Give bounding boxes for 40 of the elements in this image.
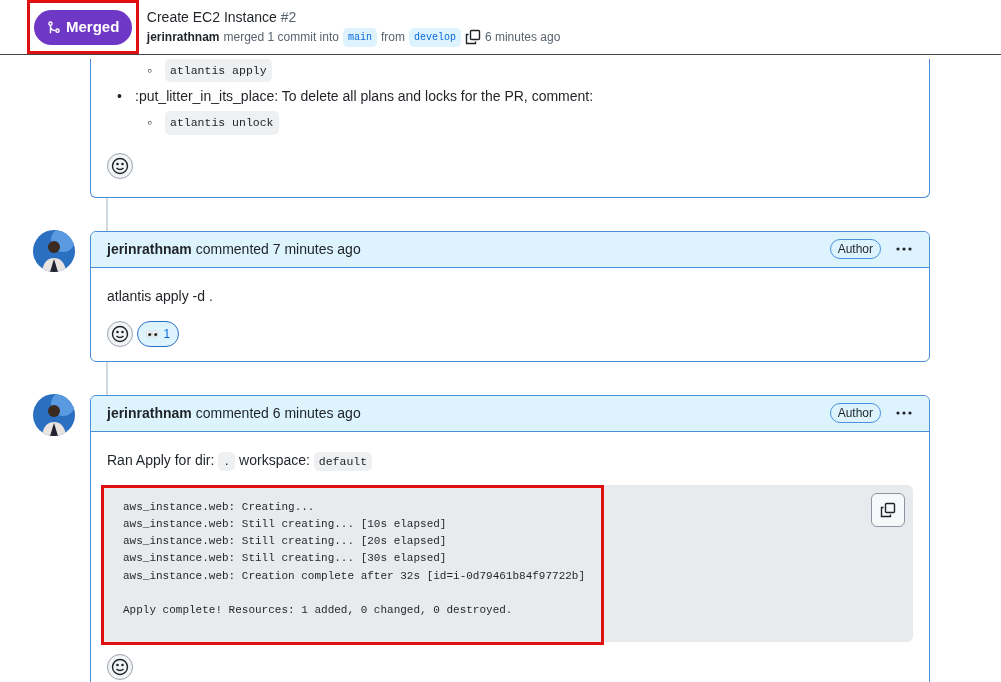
comment-action: commented — [195, 404, 269, 421]
smiley-icon — [111, 156, 129, 175]
smiley-icon — [111, 324, 129, 343]
comment-text: Ran Apply for dir: . workspace: default — [107, 449, 913, 471]
pr-number: #2 — [280, 8, 297, 25]
copy-icon — [880, 501, 896, 518]
inline-code: atlantis unlock — [165, 111, 279, 135]
pr-title: Create EC2 Instance — [146, 8, 277, 25]
merge-icon — [47, 20, 61, 35]
timestamp: 6 minutes ago — [484, 29, 561, 46]
eyes-icon — [145, 329, 158, 338]
comment-text: atlantis apply -d . — [107, 286, 214, 306]
merge-text: merged 1 commit into — [223, 29, 339, 46]
list-marker: • — [117, 87, 123, 107]
list-text: :put_litter_in_its_place: To delete all plans and locks for the PR, comment: — [135, 87, 594, 107]
reaction-button[interactable]: 1 — [136, 320, 180, 347]
list-marker: ◦ — [147, 113, 153, 133]
copy-icon[interactable] — [464, 29, 481, 45]
add-reaction-button[interactable] — [107, 152, 133, 179]
timestamp-link[interactable]: 6 minutes ago — [272, 404, 361, 421]
add-reaction-button[interactable] — [107, 320, 133, 347]
copy-button[interactable] — [871, 492, 905, 527]
from-text: from — [380, 29, 405, 46]
code-output: aws_instance.web: Creating... aws_instance.web: Still creating... [10s elapsed] aws_instance.web: Still creating... [20s elapsed] aws_instance.web: Still creating... [30s elapsed] aws_instance.web: Creation complete after 32s [id=i-0d79461b84f97722b] Apply complete! Resources: 1 added, 0 changed, 0 destroyed. — [123, 499, 586, 619]
author-link[interactable]: jerinrathnam — [107, 404, 192, 421]
add-reaction-button[interactable] — [107, 653, 133, 680]
comment-action: commented — [195, 240, 269, 257]
author-link[interactable]: jerinrathnam — [146, 28, 220, 46]
branch-label[interactable]: main — [342, 27, 377, 47]
inline-code: atlantis apply — [165, 59, 272, 83]
avatar[interactable] — [33, 229, 75, 272]
more-options-icon[interactable] — [895, 246, 913, 252]
more-options-icon[interactable] — [895, 410, 913, 416]
merged-state-badge: Merged — [34, 10, 133, 45]
branch-label[interactable]: develop — [408, 27, 461, 47]
author-link[interactable]: jerinrathnam — [107, 240, 192, 257]
list-marker: ◦ — [147, 61, 153, 81]
timestamp-link[interactable]: 7 minutes ago — [272, 240, 361, 257]
smiley-icon — [111, 657, 129, 676]
avatar[interactable] — [33, 393, 75, 436]
